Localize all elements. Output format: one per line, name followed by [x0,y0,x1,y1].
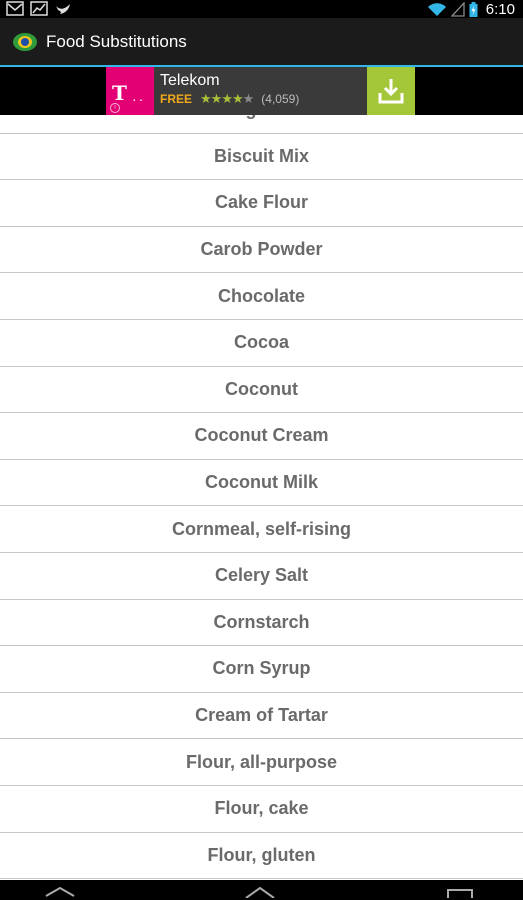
ad-card[interactable]: T ·· i Telekom FREE ★★★★★ (4,059) [106,67,415,115]
back-icon[interactable] [40,884,80,898]
list-item[interactable]: Flour, all-purpose [0,739,523,786]
list-item[interactable]: Coconut [0,367,523,414]
list-item[interactable]: Cocoa [0,320,523,367]
app-title: Food Substitutions [46,31,187,51]
download-button[interactable] [367,67,415,115]
ad-info-icon[interactable]: i [110,103,120,113]
home-icon[interactable] [240,884,280,898]
list-item[interactable]: Carob Powder [0,227,523,274]
list-item[interactable]: Biscuit Mix [0,134,523,181]
list-item[interactable]: Coconut Cream [0,413,523,460]
clock: 6:10 [485,0,515,18]
list-item[interactable]: Cornmeal, self-rising [0,506,523,553]
rating-stars-icon: ★★★★★ [200,91,254,106]
list-item[interactable]: Coconut Milk [0,460,523,507]
recents-icon[interactable] [440,884,480,898]
telekom-logo-icon: T ·· i [106,67,154,115]
list-item[interactable]: Cream of Tartar [0,693,523,740]
wifi-icon [427,2,446,16]
ad-rating-count: (4,059) [261,92,300,106]
stocks-icon [30,1,48,16]
list-item[interactable]: Chocolate [0,273,523,320]
status-bar: 6:10 [0,0,523,18]
ad-app-name: Telekom [160,72,220,89]
list-item[interactable]: Cornstarch [0,600,523,647]
list-item[interactable]: Celery Salt [0,553,523,600]
download-icon [378,79,404,104]
bird-icon [56,4,70,14]
list-item[interactable]: Baking Powder [0,115,523,134]
list-item[interactable]: Corn Syrup [0,646,523,693]
app-logo-icon[interactable] [12,31,38,53]
ad-price: FREE [160,92,193,106]
list-item[interactable]: Flour, gluten [0,833,523,880]
list-item[interactable]: Cake Flour [0,180,523,227]
nav-bar [0,880,523,900]
app-bar: Food Substitutions [0,18,523,65]
list-item[interactable]: Flour, cake [0,786,523,833]
gmail-icon [6,1,24,16]
ad-banner: T ·· i Telekom FREE ★★★★★ (4,059) [0,67,523,115]
substitutions-list[interactable]: Baking PowderBiscuit MixCake FlourCarob … [0,115,523,880]
battery-icon [469,1,478,17]
signal-icon [450,1,465,17]
